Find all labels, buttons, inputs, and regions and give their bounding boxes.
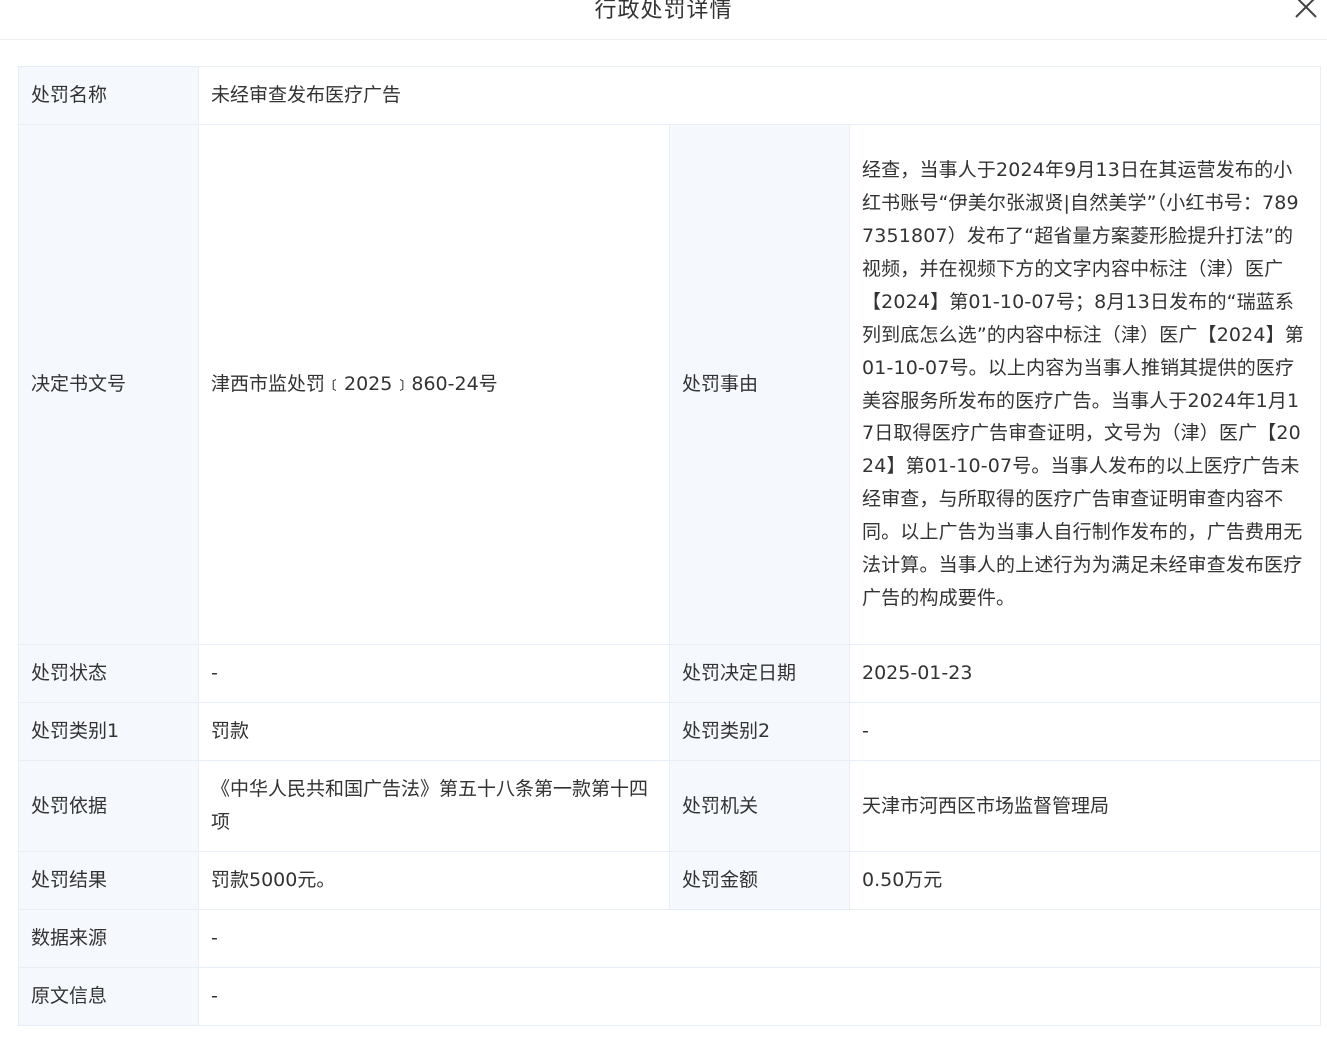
status-label: 处罚状态 <box>18 644 199 703</box>
status-value: - <box>198 644 670 703</box>
close-button[interactable] <box>1291 0 1321 22</box>
category1-label: 处罚类别1 <box>18 702 199 761</box>
basis-label: 处罚依据 <box>18 760 199 852</box>
table-row: 处罚名称 未经审查发布医疗广告 <box>18 66 1321 125</box>
close-icon <box>1295 0 1317 18</box>
source-value: - <box>198 909 1321 968</box>
decision-date-label: 处罚决定日期 <box>669 644 850 703</box>
table-row: 处罚类别1 罚款 处罚类别2 - <box>18 702 1321 761</box>
decision-no-value: 津西市监处罚﹝2025﹞860-24号 <box>198 124 670 645</box>
table-row: 处罚状态 - 处罚决定日期 2025-01-23 <box>18 644 1321 703</box>
category1-value: 罚款 <box>198 702 670 761</box>
authority-value: 天津市河西区市场监督管理局 <box>849 760 1321 852</box>
table-row: 处罚依据 《中华人民共和国广告法》第五十八条第一款第十四项 处罚机关 天津市河西… <box>18 760 1321 852</box>
decision-no-label: 决定书文号 <box>18 124 199 645</box>
decision-date-value: 2025-01-23 <box>849 644 1321 703</box>
table-row: 原文信息 - <box>18 967 1321 1026</box>
original-label: 原文信息 <box>18 967 199 1026</box>
table-row: 数据来源 - <box>18 909 1321 968</box>
penalty-detail-table: 处罚名称 未经审查发布医疗广告 决定书文号 津西市监处罚﹝2025﹞860-24… <box>18 66 1321 1026</box>
category2-value: - <box>849 702 1321 761</box>
result-value: 罚款5000元。 <box>198 851 670 910</box>
amount-label: 处罚金额 <box>669 851 850 910</box>
category2-label: 处罚类别2 <box>669 702 850 761</box>
original-value: - <box>198 967 1321 1026</box>
table-row: 处罚结果 罚款5000元。 处罚金额 0.50万元 <box>18 851 1321 910</box>
source-label: 数据来源 <box>18 909 199 968</box>
dialog-header: 行政处罚详情 <box>0 0 1327 40</box>
result-label: 处罚结果 <box>18 851 199 910</box>
basis-value: 《中华人民共和国广告法》第五十八条第一款第十四项 <box>198 760 670 852</box>
penalty-name-label: 处罚名称 <box>18 66 199 125</box>
penalty-name-value: 未经审查发布医疗广告 <box>198 66 1321 125</box>
dialog-title: 行政处罚详情 <box>594 0 733 23</box>
authority-label: 处罚机关 <box>669 760 850 852</box>
reason-label: 处罚事由 <box>669 124 850 645</box>
reason-value: 经查，当事人于2024年9月13日在其运营发布的小红书账号“伊美尔张淑贤|自然美… <box>849 124 1321 645</box>
table-row: 决定书文号 津西市监处罚﹝2025﹞860-24号 处罚事由 经查，当事人于20… <box>18 124 1321 645</box>
amount-value: 0.50万元 <box>849 851 1321 910</box>
